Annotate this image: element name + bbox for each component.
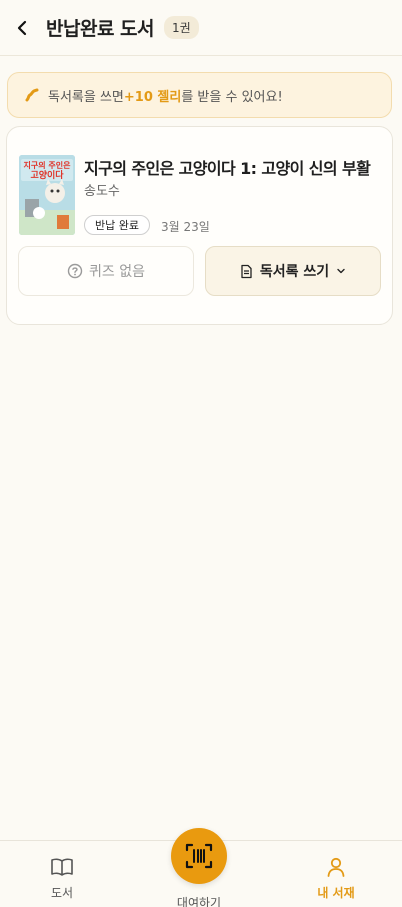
app-header: 반납완료 도서 1권 <box>0 0 402 56</box>
banner-text-prefix: 독서록을 쓰면 <box>48 89 124 105</box>
status-badge: 반납 완료 <box>84 215 150 235</box>
banner-highlight: +10 젤리 <box>123 89 182 105</box>
chevron-down-icon <box>337 268 345 274</box>
write-review-button[interactable]: 독서록 쓰기 <box>205 246 381 296</box>
write-review-label: 독서록 쓰기 <box>259 264 330 280</box>
tab-my-shelf-label: 내 서재 <box>317 886 355 900</box>
borrow-scan-button[interactable] <box>171 828 227 884</box>
book-author: 송도수 <box>84 184 120 199</box>
cover-title-line-2: 고양이다 <box>30 169 64 181</box>
tab-books-label: 도서 <box>50 886 74 900</box>
banner-text-suffix: 를 받을 수 있어요! <box>181 89 283 105</box>
book-count-badge: 1권 <box>164 16 199 39</box>
cover-title-line-1: 지구의 주인은 <box>24 160 72 170</box>
quiz-button-label: 퀴즈 없음 <box>89 264 145 280</box>
quiz-button[interactable]: 퀴즈 없음 <box>18 246 194 296</box>
barcode-scan-icon <box>185 843 213 869</box>
question-circle-icon <box>67 263 83 279</box>
page-title: 반납완료 도서 <box>46 18 155 40</box>
book-title[interactable]: 지구의 주인은 고양이다 1: 고양이 신의 부활 <box>84 155 371 179</box>
document-icon <box>241 264 252 278</box>
jelly-reward-banner: 독서록을 쓰면 +10 젤리 를 받을 수 있어요! <box>7 72 392 118</box>
borrow-label: 대여하기 <box>176 896 222 907</box>
tab-books[interactable]: 도서 <box>12 841 112 907</box>
person-icon <box>327 857 345 877</box>
open-book-icon <box>51 858 73 876</box>
chevron-left-icon <box>17 20 27 35</box>
book-cover[interactable]: 지구의 주인은 고양이다 <box>19 155 75 235</box>
return-date: 3월 23일 <box>161 220 210 234</box>
tab-my-shelf[interactable]: 내 서재 <box>286 841 386 907</box>
back-button[interactable] <box>2 0 42 56</box>
jelly-icon <box>24 87 40 103</box>
book-card: 지구의 주인은 고양이다 지구의 주인은 고양이다 1: 고양이 신의 부활 송… <box>6 126 393 325</box>
